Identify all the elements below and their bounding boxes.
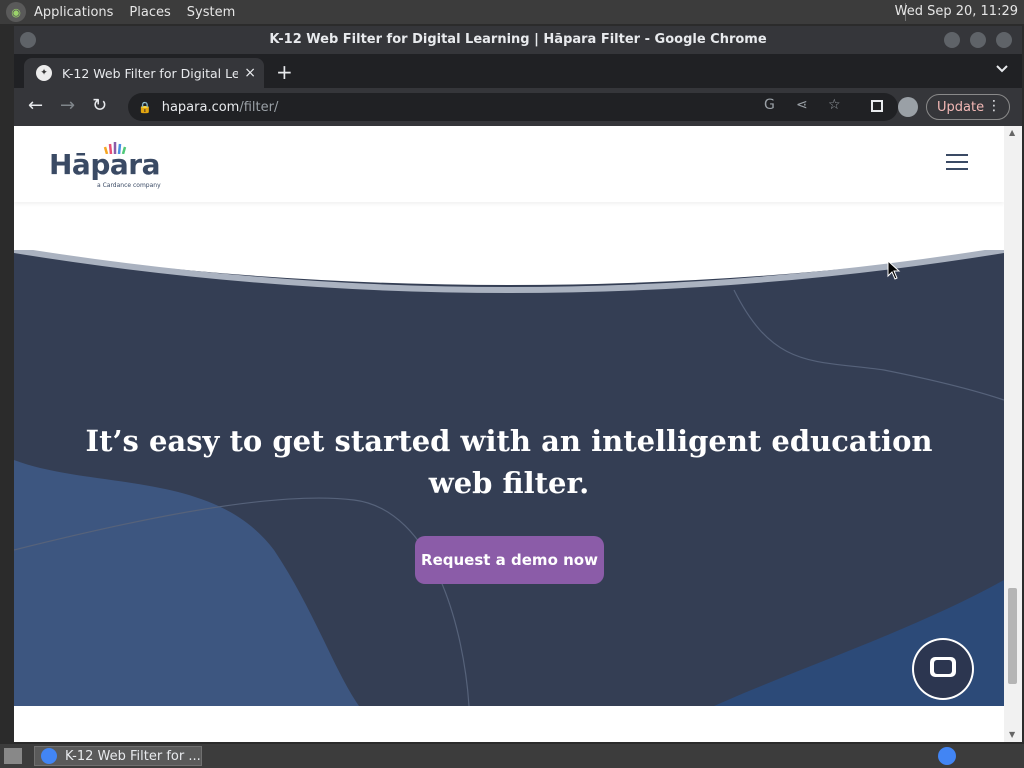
tray-chrome-icon[interactable] xyxy=(938,747,956,765)
url-domain: hapara.com xyxy=(161,99,240,115)
mouse-cursor-icon xyxy=(887,260,901,280)
taskbar-chrome-task[interactable]: K-12 Web Filter for ... xyxy=(34,746,202,766)
bookmark-star-icon[interactable]: ☆ xyxy=(828,97,841,113)
share-icon[interactable]: ⋖ xyxy=(796,97,808,113)
browser-window: K-12 Web Filter for Digital Learning | H… xyxy=(14,26,1022,742)
hapara-favicon-icon: ✦ xyxy=(36,65,52,81)
window-titlebar[interactable]: K-12 Web Filter for Digital Learning | H… xyxy=(14,26,1022,54)
tab-strip: ✦ K-12 Web Filter for Digital Lea × + xyxy=(14,54,1022,88)
new-tab-icon[interactable]: + xyxy=(276,60,293,84)
system-logo-icon[interactable]: ◉ xyxy=(6,2,26,22)
chat-bubble-icon xyxy=(930,657,956,677)
logo-rays-icon xyxy=(103,142,127,154)
update-button[interactable]: Update ⋮ xyxy=(926,94,1010,120)
reload-icon[interactable]: ↻ xyxy=(92,96,107,116)
task-label: K-12 Web Filter for ... xyxy=(65,748,201,764)
tab-title: K-12 Web Filter for Digital Lea xyxy=(62,65,238,81)
url-path: /filter/ xyxy=(239,99,279,115)
cta-section: It’s easy to get started with an intelli… xyxy=(14,250,1004,706)
hamburger-menu-icon[interactable] xyxy=(946,154,968,170)
tab-search-icon[interactable] xyxy=(996,62,1008,76)
update-label: Update xyxy=(937,99,985,115)
tab-close-icon[interactable]: × xyxy=(244,65,256,81)
taskbar: K-12 Web Filter for ... xyxy=(0,744,1024,768)
lock-icon[interactable]: 🔒 xyxy=(138,101,152,114)
clock[interactable]: Wed Sep 20, 11:29 xyxy=(895,4,1018,19)
scroll-down-icon[interactable]: ▼ xyxy=(1009,730,1015,739)
scrollbar-thumb[interactable] xyxy=(1008,588,1017,684)
google-lens-icon[interactable]: G xyxy=(764,97,775,113)
close-window-button[interactable] xyxy=(996,32,1012,48)
browser-toolbar: ← → ↻ 🔒 hapara.com/filter/ G ⋖ ☆ Update … xyxy=(14,88,1022,126)
page-scrollbar[interactable]: ▲ ▼ xyxy=(1004,126,1022,742)
profile-avatar-icon[interactable] xyxy=(898,97,918,117)
side-panel-icon[interactable] xyxy=(871,100,883,112)
chat-widget-button[interactable] xyxy=(914,640,972,698)
request-demo-button[interactable]: Request a demo now xyxy=(415,536,604,584)
page-viewport: Hāpara a Cardance company It’s easy to g… xyxy=(14,126,1004,742)
show-desktop-icon[interactable] xyxy=(4,748,22,764)
chrome-menu-icon[interactable]: ⋮ xyxy=(987,98,1001,114)
address-bar[interactable]: 🔒 hapara.com/filter/ G ⋖ ☆ xyxy=(128,93,898,121)
forward-icon[interactable]: → xyxy=(60,96,75,116)
menu-system[interactable]: System xyxy=(187,5,235,20)
brand-subtitle: a Cardance company xyxy=(97,182,161,189)
maximize-button[interactable] xyxy=(970,32,986,48)
scroll-up-icon[interactable]: ▲ xyxy=(1009,128,1015,137)
minimize-button[interactable] xyxy=(944,32,960,48)
system-panel: ◉ Applications Places System Wed Sep 20,… xyxy=(0,0,1024,24)
tab-hapara-filter[interactable]: ✦ K-12 Web Filter for Digital Lea × xyxy=(24,58,264,88)
window-menu-button[interactable] xyxy=(20,32,36,48)
menu-applications[interactable]: Applications xyxy=(34,5,113,20)
window-title: K-12 Web Filter for Digital Learning | H… xyxy=(269,32,767,47)
chrome-icon xyxy=(41,748,57,764)
site-header: Hāpara a Cardance company xyxy=(14,126,1004,202)
cta-heading: It’s easy to get started with an intelli… xyxy=(85,424,933,500)
hapara-logo[interactable]: Hāpara a Cardance company xyxy=(49,142,161,189)
back-icon[interactable]: ← xyxy=(28,96,43,116)
menu-places[interactable]: Places xyxy=(129,5,170,20)
